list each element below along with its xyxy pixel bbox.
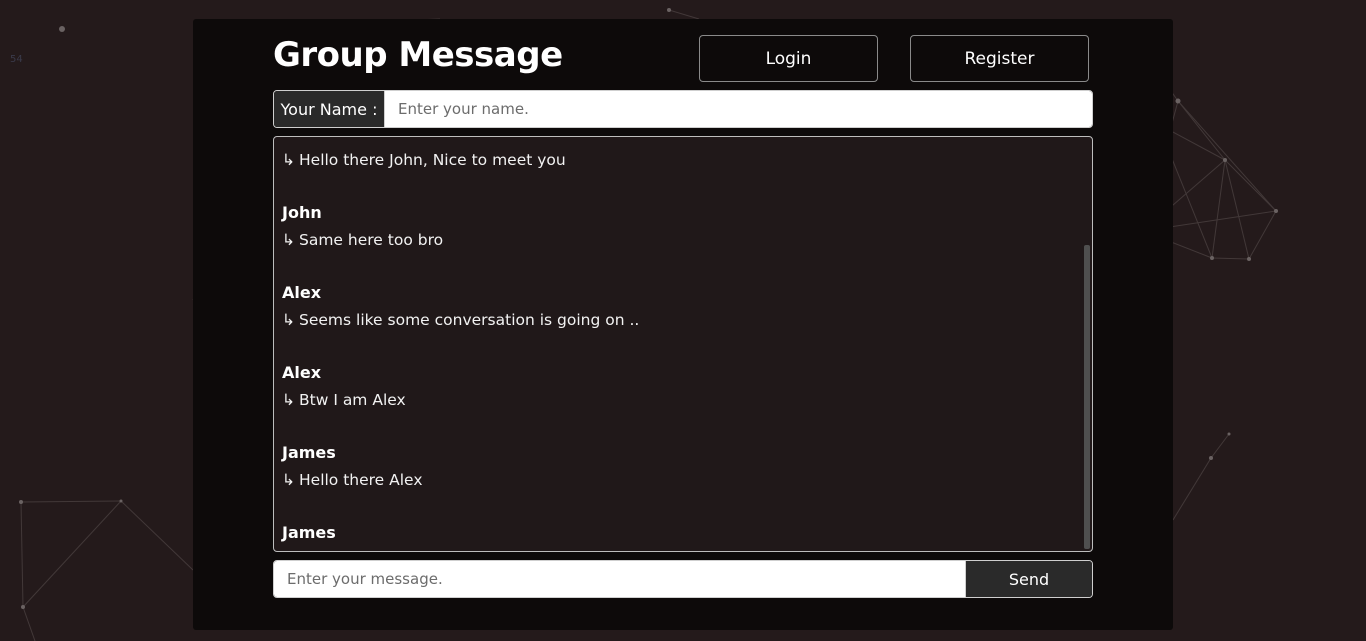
message-list[interactable]: ↳ Hello there John, Nice to meet you John ↳…: [273, 136, 1093, 552]
message-author: James: [282, 523, 336, 542]
message-text: Seems like some conversation is going on…: [299, 311, 640, 329]
name-label: Your Name :: [274, 91, 385, 127]
reply-arrow-icon: ↳: [282, 551, 295, 552]
message-text: Hello there John, Nice to meet you: [299, 151, 566, 169]
composer: Send: [273, 560, 1093, 598]
message-body: ↳ Hello there Alex: [282, 471, 1072, 499]
message-body: ↳ Seems like some conversation is going o…: [282, 311, 1072, 339]
message-author: John: [282, 203, 322, 222]
chat-panel: Group Message Login Register Your Name :…: [193, 19, 1173, 630]
register-button[interactable]: Register: [910, 35, 1089, 82]
message-items: ↳ Hello there John, Nice to meet you John ↳…: [282, 137, 1072, 552]
message-text: Same here too bro: [299, 231, 444, 249]
message-input[interactable]: [274, 561, 965, 597]
fps-counter: 54: [10, 54, 23, 65]
message-author: [282, 137, 1072, 151]
login-button[interactable]: Login: [699, 35, 878, 82]
name-input[interactable]: [385, 91, 1092, 127]
reply-arrow-icon: ↳: [282, 471, 295, 489]
message-item: James ↳ Nice to meet you: [282, 499, 1072, 552]
message-item: James ↳ Hello there Alex: [282, 419, 1072, 499]
message-text: Btw I am Alex: [299, 391, 406, 409]
message-author: Alex: [282, 283, 322, 302]
name-input-group: Your Name :: [273, 90, 1093, 128]
reply-arrow-icon: ↳: [282, 311, 295, 329]
send-button[interactable]: Send: [965, 561, 1092, 597]
message-text: Nice to meet you: [299, 551, 432, 552]
message-text: Hello there Alex: [299, 471, 423, 489]
message-item: Alex ↳ Btw I am Alex: [282, 339, 1072, 419]
message-body: ↳ Btw I am Alex: [282, 391, 1072, 419]
reply-arrow-icon: ↳: [282, 231, 295, 249]
reply-arrow-icon: ↳: [282, 391, 295, 409]
message-item: Alex ↳ Seems like some conversation is goi…: [282, 259, 1072, 339]
scrollbar[interactable]: [1084, 139, 1090, 549]
message-item: ↳ Hello there John, Nice to meet you: [282, 137, 1072, 179]
page-title: Group Message: [273, 35, 563, 75]
scrollbar-thumb[interactable]: [1084, 245, 1090, 549]
message-body: ↳ Same here too bro: [282, 231, 1072, 259]
message-author: Alex: [282, 363, 322, 382]
message-item: John ↳ Same here too bro: [282, 179, 1072, 259]
message-body: ↳ Hello there John, Nice to meet you: [282, 151, 1072, 179]
message-body: ↳ Nice to meet you: [282, 551, 1072, 552]
reply-arrow-icon: ↳: [282, 151, 295, 169]
message-author: James: [282, 443, 336, 462]
